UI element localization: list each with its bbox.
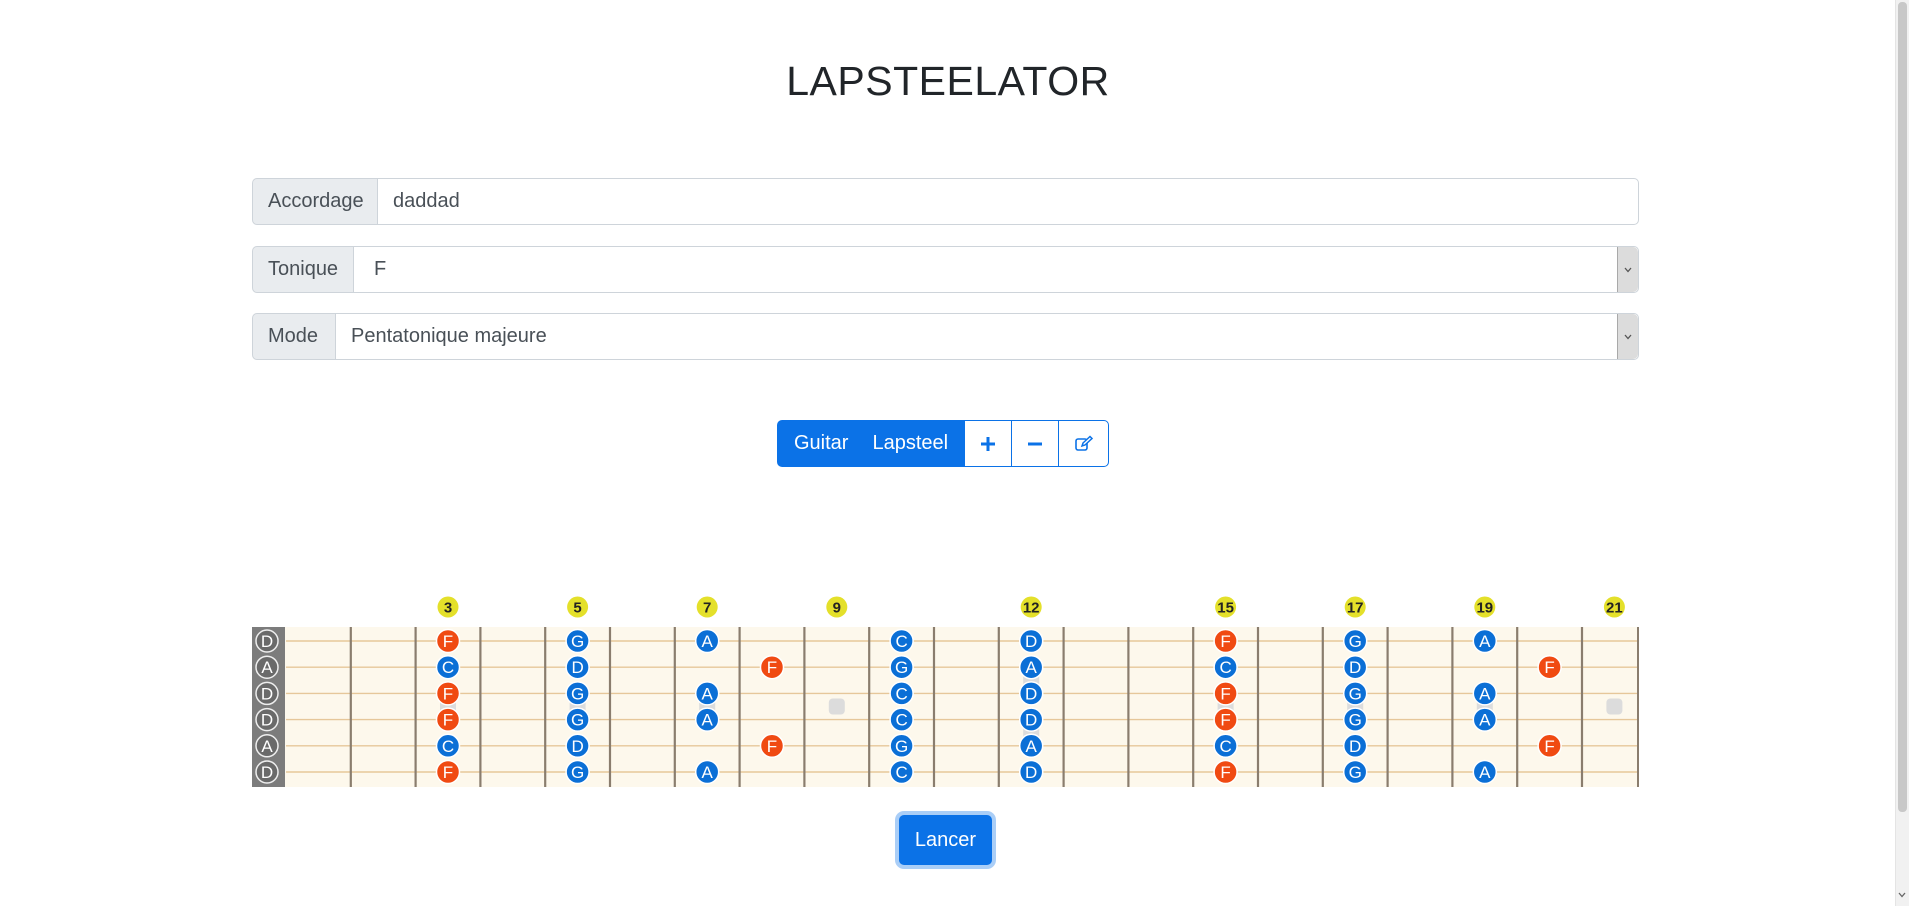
note-label: F (1220, 763, 1230, 782)
note-label: F (443, 632, 453, 651)
note-label: F (1220, 711, 1230, 730)
fret-marker-label: 12 (1023, 600, 1040, 617)
note-label: C (895, 632, 907, 651)
note-label: F (443, 684, 453, 703)
open-string-label: D (261, 632, 273, 651)
note-label: G (1349, 763, 1362, 782)
note-label: A (702, 763, 714, 782)
note-label: G (1349, 632, 1362, 651)
note-label: C (442, 737, 454, 756)
note-label: F (443, 763, 453, 782)
note-label: G (571, 711, 584, 730)
note-label: C (895, 684, 907, 703)
fret-inlay (828, 698, 845, 715)
note-label: A (1026, 658, 1038, 677)
note-label: F (767, 658, 777, 677)
note-label: A (1479, 632, 1491, 651)
scrollbar[interactable] (1895, 0, 1909, 906)
note-label: A (1479, 711, 1491, 730)
note-label: C (895, 711, 907, 730)
chevron-down-icon[interactable] (1897, 890, 1907, 900)
note-label: D (1349, 737, 1361, 756)
fret-marker-label: 5 (573, 600, 581, 617)
note-label: D (1025, 711, 1037, 730)
open-string-label: D (261, 684, 273, 703)
fret-marker-label: 19 (1476, 600, 1493, 617)
note-label: F (443, 711, 453, 730)
fret-marker-label: 21 (1606, 600, 1623, 617)
note-label: D (571, 658, 583, 677)
note-label: A (1026, 737, 1038, 756)
note-label: C (895, 763, 907, 782)
note-label: F (1220, 632, 1230, 651)
launch-button[interactable]: Lancer (899, 815, 992, 865)
open-string-label: D (261, 763, 273, 782)
fret-inlay (1606, 698, 1623, 715)
note-label: F (767, 737, 777, 756)
note-label: G (571, 684, 584, 703)
note-label: D (1349, 658, 1361, 677)
note-label: A (1479, 763, 1491, 782)
open-string-label: A (261, 658, 273, 677)
open-string-label: D (261, 711, 273, 730)
note-label: C (1219, 658, 1231, 677)
note-label: A (702, 684, 714, 703)
fret-marker-label: 17 (1347, 600, 1364, 617)
note-label: D (1025, 684, 1037, 703)
note-label: G (895, 737, 908, 756)
fret-marker-label: 7 (703, 600, 711, 617)
note-label: C (442, 658, 454, 677)
scrollbar-thumb[interactable] (1898, 2, 1907, 812)
note-label: C (1219, 737, 1231, 756)
note-label: G (1349, 711, 1362, 730)
note-label: G (1349, 684, 1362, 703)
note-label: D (1025, 763, 1037, 782)
fret-marker-label: 3 (444, 600, 452, 617)
note-label: G (571, 632, 584, 651)
note-label: F (1544, 658, 1554, 677)
note-label: A (702, 711, 714, 730)
note-label: A (702, 632, 714, 651)
fretboard-background (252, 627, 1639, 787)
fret-marker-label: 9 (833, 600, 841, 617)
note-label: G (571, 763, 584, 782)
note-label: F (1544, 737, 1554, 756)
note-label: G (895, 658, 908, 677)
note-label: D (1025, 632, 1037, 651)
note-label: F (1220, 684, 1230, 703)
fretboard: 3 5 7 9 12 15 17 19 21DADDADF G A C D F G AC D F G A C D FF G A C… (252, 596, 1639, 787)
note-label: D (571, 737, 583, 756)
open-string-label: A (261, 737, 273, 756)
note-label: A (1479, 684, 1491, 703)
fret-marker-label: 15 (1217, 600, 1234, 617)
